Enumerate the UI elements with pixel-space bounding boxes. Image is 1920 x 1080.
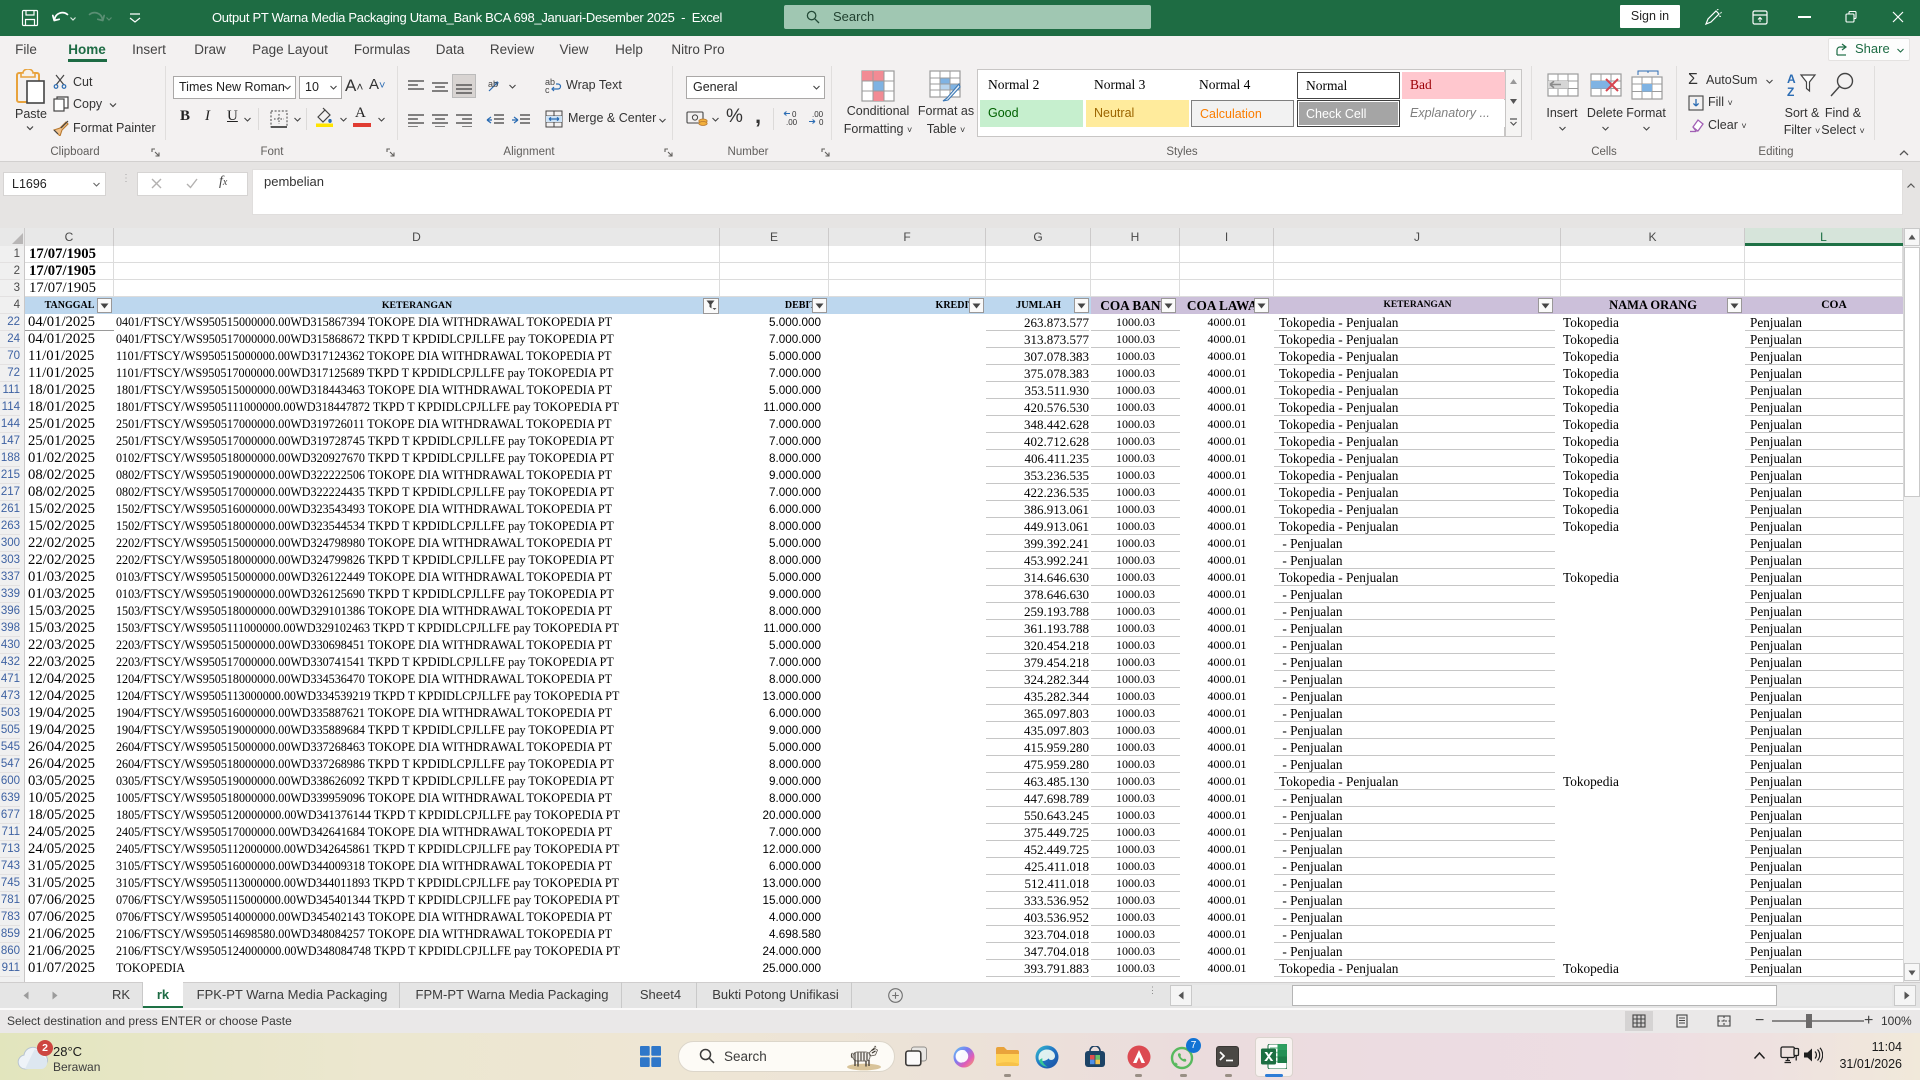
svg-text:0: 0 <box>819 118 824 127</box>
svg-text:c: c <box>545 85 550 94</box>
svg-text:ab: ab <box>488 79 498 89</box>
svg-text:Z: Z <box>1787 85 1794 98</box>
svg-text:A: A <box>1787 72 1796 86</box>
svg-text:.00: .00 <box>786 118 798 127</box>
